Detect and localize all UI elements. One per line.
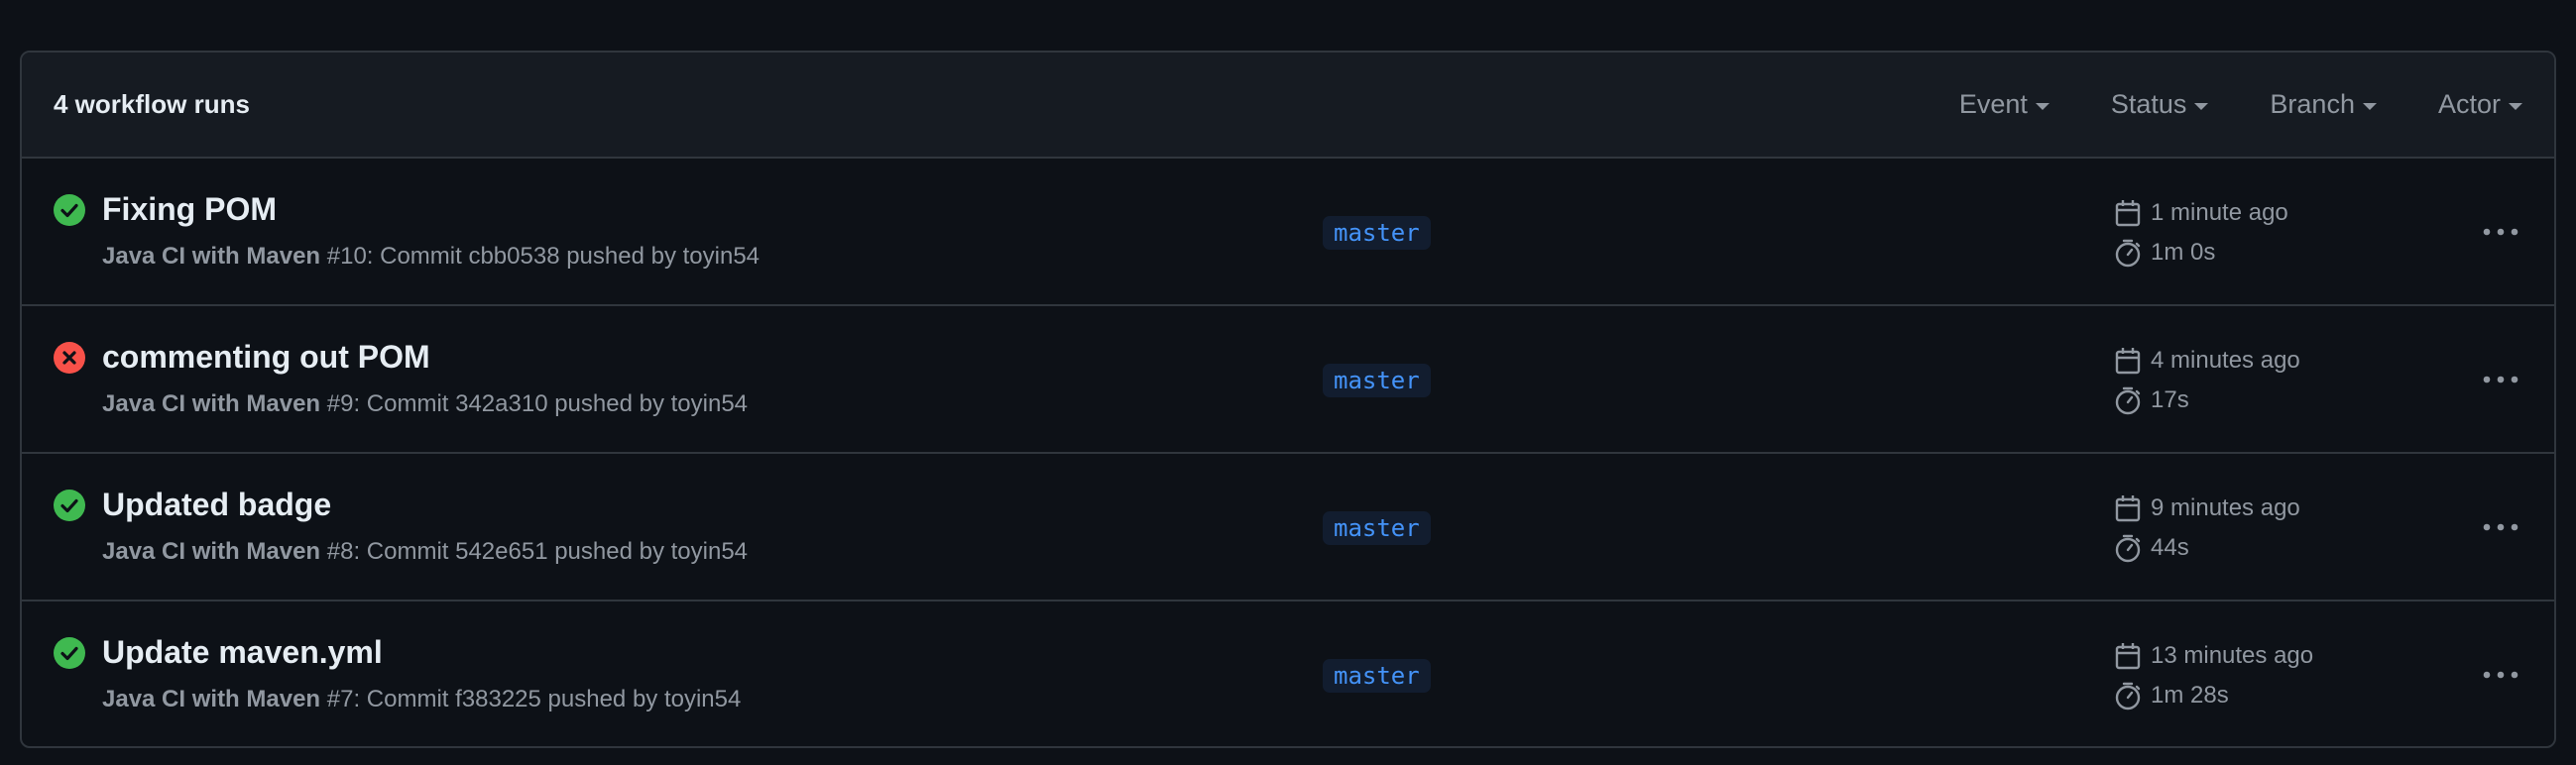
workflow-name: Java CI with Maven xyxy=(102,243,321,270)
workflow-run-row[interactable]: Update maven.yml Java CI with Maven #7: … xyxy=(22,601,2554,746)
branch-badge[interactable]: master xyxy=(1323,364,1431,397)
caret-down-icon xyxy=(2509,102,2522,110)
stopwatch-icon xyxy=(2115,239,2141,268)
more-options-button[interactable] xyxy=(2480,361,2521,398)
branch-badge[interactable]: master xyxy=(1323,511,1431,545)
branch-badge[interactable]: master xyxy=(1323,659,1431,693)
calendar-icon xyxy=(2115,495,2141,522)
workflow-run-row[interactable]: commenting out POM Java CI with Maven #9… xyxy=(22,306,2554,454)
run-title[interactable]: Updated badge xyxy=(102,487,331,523)
run-detail: #10: Commit cbb0538 pushed by toyin54 xyxy=(320,243,761,270)
run-detail: #8: Commit 542e651 pushed by toyin54 xyxy=(320,538,749,565)
calendar-icon xyxy=(2115,348,2141,375)
workflow-runs-panel: 4 workflow runs Event Status Branch Acto… xyxy=(20,51,2556,748)
run-subtitle: Java CI with Maven #9: Commit 342a310 pu… xyxy=(102,390,748,418)
filter-event[interactable]: Event xyxy=(1959,89,2049,120)
filter-bar: Event Status Branch Actor xyxy=(1898,89,2522,120)
workflow-name: Java CI with Maven xyxy=(102,538,321,565)
check-circle-icon xyxy=(54,490,85,521)
stopwatch-icon xyxy=(2115,534,2141,563)
run-duration: 1m 28s xyxy=(2113,681,2229,710)
calendar-icon xyxy=(2115,200,2141,227)
run-subtitle: Java CI with Maven #7: Commit f383225 pu… xyxy=(102,686,741,713)
filter-branch[interactable]: Branch xyxy=(2270,89,2377,120)
run-count: 4 workflow runs xyxy=(54,89,250,119)
time-ago: 13 minutes ago xyxy=(2151,642,2314,669)
run-detail: #7: Commit f383225 pushed by toyin54 xyxy=(320,686,742,712)
run-duration: 44s xyxy=(2113,533,2189,563)
duration: 1m 0s xyxy=(2151,239,2216,266)
x-circle-icon xyxy=(54,342,85,374)
calendar-icon xyxy=(2115,643,2141,670)
more-options-button[interactable] xyxy=(2480,213,2521,251)
run-subtitle: Java CI with Maven #10: Commit cbb0538 p… xyxy=(102,243,760,271)
run-time: 13 minutes ago xyxy=(2113,641,2313,671)
run-time: 1 minute ago xyxy=(2113,198,2288,228)
workflow-name: Java CI with Maven xyxy=(102,686,321,712)
filter-status[interactable]: Status xyxy=(2111,89,2209,120)
run-subtitle: Java CI with Maven #8: Commit 542e651 pu… xyxy=(102,538,748,566)
run-duration: 17s xyxy=(2113,385,2189,415)
stopwatch-icon xyxy=(2115,386,2141,415)
more-options-button[interactable] xyxy=(2480,656,2521,694)
duration: 44s xyxy=(2151,534,2189,561)
run-title[interactable]: Fixing POM xyxy=(102,191,277,228)
filter-actor[interactable]: Actor xyxy=(2438,89,2522,120)
filter-status-label: Status xyxy=(2110,89,2187,119)
run-title[interactable]: Update maven.yml xyxy=(102,634,383,671)
more-options-button[interactable] xyxy=(2480,508,2521,546)
run-time: 9 minutes ago xyxy=(2113,493,2300,523)
kebab-horizontal-icon xyxy=(2483,671,2518,679)
check-circle-icon xyxy=(54,637,85,669)
time-ago: 9 minutes ago xyxy=(2151,494,2300,521)
branch-badge[interactable]: master xyxy=(1323,216,1431,250)
caret-down-icon xyxy=(2362,102,2377,110)
duration: 1m 28s xyxy=(2151,682,2229,709)
stopwatch-icon xyxy=(2115,682,2141,710)
duration: 17s xyxy=(2151,386,2189,413)
caret-down-icon xyxy=(2194,102,2209,110)
time-ago: 1 minute ago xyxy=(2151,199,2288,226)
kebab-horizontal-icon xyxy=(2483,523,2518,531)
workflow-run-row[interactable]: Fixing POM Java CI with Maven #10: Commi… xyxy=(22,159,2554,306)
filter-actor-label: Actor xyxy=(2437,89,2501,119)
run-title[interactable]: commenting out POM xyxy=(102,339,430,376)
workflow-run-row[interactable]: Updated badge Java CI with Maven #8: Com… xyxy=(22,454,2554,601)
caret-down-icon xyxy=(2035,102,2049,110)
workflow-name: Java CI with Maven xyxy=(102,390,321,417)
run-duration: 1m 0s xyxy=(2113,238,2215,268)
workflow-runs-header: 4 workflow runs Event Status Branch Acto… xyxy=(22,53,2554,159)
kebab-horizontal-icon xyxy=(2483,228,2518,236)
kebab-horizontal-icon xyxy=(2483,376,2518,383)
run-detail: #9: Commit 342a310 pushed by toyin54 xyxy=(320,390,749,417)
filter-event-label: Event xyxy=(1958,89,2028,119)
run-time: 4 minutes ago xyxy=(2113,346,2300,376)
time-ago: 4 minutes ago xyxy=(2151,347,2300,374)
filter-branch-label: Branch xyxy=(2270,89,2355,119)
check-circle-icon xyxy=(54,194,85,226)
